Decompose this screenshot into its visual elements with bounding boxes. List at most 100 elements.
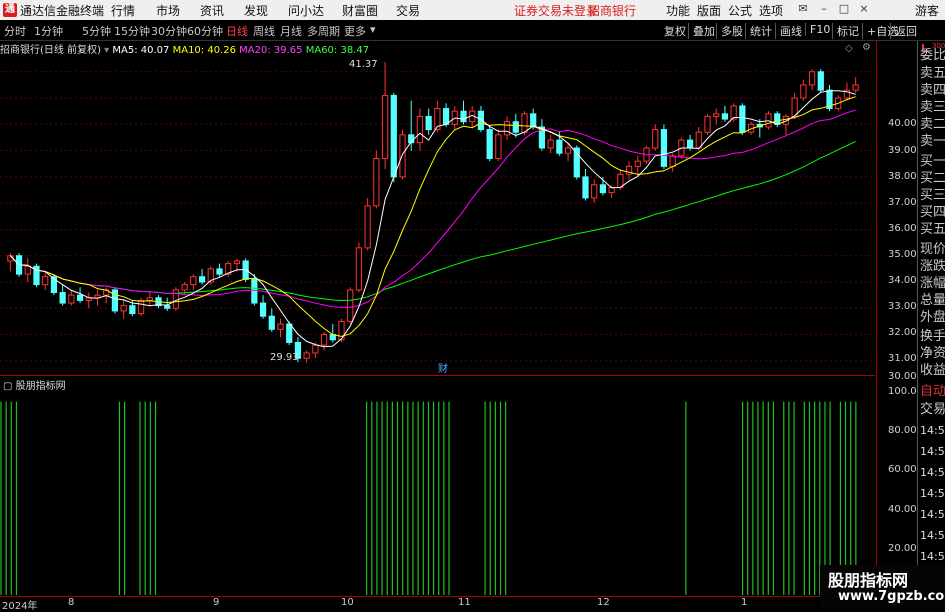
candle-body — [564, 147, 572, 154]
candle-body — [808, 71, 816, 86]
candle — [791, 92, 798, 120]
price-chart[interactable] — [0, 56, 875, 374]
title-bar: 通 通达信金融终端 行情 市场 资讯 发现 问小达 财富圈 交易 证券交易未登录… — [0, 0, 945, 21]
btn-f10[interactable]: F10 — [805, 23, 830, 36]
indicator-chart[interactable] — [0, 375, 875, 595]
candle-body — [68, 294, 75, 304]
candle-body — [573, 147, 580, 178]
menu-jiaoyi[interactable]: 交易 — [396, 2, 420, 19]
candle-body — [277, 323, 284, 330]
candle-body — [129, 305, 136, 315]
menu-gongshi[interactable]: 公式 — [728, 2, 752, 19]
candle-body — [338, 320, 345, 341]
menu-faxian[interactable]: 发现 — [244, 2, 268, 19]
minimize-icon[interactable]: – — [818, 3, 830, 15]
candle-body — [800, 84, 807, 99]
candle-body — [713, 113, 720, 117]
close-icon[interactable]: × — [858, 3, 870, 15]
tab-60min[interactable]: 60分钟 — [187, 23, 223, 39]
trade-login-notice[interactable]: 证券交易未登录 — [514, 2, 598, 19]
indicator-square-icon: ▢ — [3, 381, 13, 392]
candle-body — [268, 315, 275, 330]
candle — [347, 287, 354, 325]
candle-body — [373, 157, 380, 207]
candle-body — [503, 121, 511, 136]
mail-icon[interactable]: ✉ — [797, 3, 809, 15]
menu-caifuquan[interactable]: 财富圈 — [342, 2, 378, 19]
candle — [652, 124, 659, 151]
tick-time: 14:56 — [920, 445, 945, 458]
ind-tick: 40.00 — [888, 504, 917, 515]
visitor-label[interactable]: 游客 — [915, 2, 939, 19]
candle-body — [599, 184, 607, 194]
candle-body — [530, 113, 537, 128]
finance-marker[interactable]: 财 — [438, 360, 448, 375]
candle-body — [355, 247, 363, 291]
candle — [416, 108, 424, 151]
candle — [808, 69, 816, 91]
tab-30min[interactable]: 30分钟 — [151, 23, 187, 39]
btn-tongji[interactable]: 统计 — [745, 23, 772, 39]
candle — [277, 318, 284, 338]
candle-body — [390, 94, 397, 178]
menu-wenxiaoda[interactable]: 问小达 — [288, 2, 324, 19]
candle-body — [76, 294, 84, 301]
tab-more[interactable]: 更多 — [344, 23, 366, 39]
candle — [373, 150, 380, 209]
btn-fuquan[interactable]: 复权 — [664, 23, 686, 39]
candle — [111, 287, 119, 314]
tab-monthly[interactable]: 月线 — [280, 23, 302, 39]
btn-back[interactable]: 返回 — [890, 23, 917, 39]
watermark: 股朋指标网 www.7gpzb.com — [820, 565, 945, 609]
tab-5min[interactable]: 5分钟 — [82, 23, 111, 39]
y-tick: 38.00 — [888, 171, 917, 182]
candle-body — [198, 276, 206, 283]
y-tick: 30.00 — [888, 371, 917, 382]
menu-banmian[interactable]: 版面 — [697, 2, 721, 19]
candle-body — [146, 297, 153, 301]
tab-1min[interactable]: 1分钟 — [34, 23, 63, 39]
auto-label[interactable]: 自动 — [920, 384, 945, 399]
tab-fenshi[interactable]: 分时 — [4, 23, 26, 39]
tab-15min[interactable]: 15分钟 — [114, 23, 150, 39]
btn-diejia[interactable]: 叠加 — [688, 23, 715, 39]
candle — [320, 331, 328, 351]
more-chevron-icon[interactable]: ▾ — [370, 23, 376, 36]
high-annotation: 41.37 — [349, 59, 378, 70]
menu-hangqing[interactable]: 行情 — [111, 2, 135, 19]
settings-gear-icon[interactable]: ⚙ — [862, 42, 871, 53]
candle-body — [817, 71, 824, 91]
quote-label: 买四 — [920, 205, 945, 220]
btn-biaoji[interactable]: 标记 — [832, 23, 859, 39]
menu-zixun[interactable]: 资讯 — [200, 2, 224, 19]
menu-gongneng[interactable]: 功能 — [666, 2, 690, 19]
y-tick: 39.00 — [888, 145, 917, 156]
candle — [24, 258, 31, 283]
candle — [390, 92, 397, 183]
menu-xuanxiang[interactable]: 选项 — [759, 2, 783, 19]
y-tick: 40.00 — [888, 118, 917, 129]
quote-label: 卖一 — [920, 134, 945, 149]
tab-multi-period[interactable]: 多周期 — [307, 23, 340, 39]
btn-huaxian[interactable]: 画线 — [775, 23, 802, 39]
candle — [381, 62, 389, 170]
tick-time: 14:56 — [920, 466, 945, 479]
tab-daily[interactable]: 日线 — [226, 23, 248, 39]
tab-weekly[interactable]: 周线 — [253, 23, 275, 39]
expand-icon[interactable]: ▾ — [104, 45, 109, 56]
menu-shichang[interactable]: 市场 — [156, 2, 180, 19]
y-tick: 34.00 — [888, 275, 917, 286]
maximize-icon[interactable]: □ — [838, 3, 850, 15]
candle-body — [477, 110, 485, 131]
ind-tick: 60.00 — [888, 464, 917, 475]
quote-label: 委比 — [920, 48, 945, 63]
quote-label: 涨幅 — [920, 276, 945, 291]
tick-time: 14:56 — [920, 424, 945, 437]
btn-duogu[interactable]: 多股 — [716, 23, 743, 39]
bank-link[interactable]: 招商银行 — [588, 2, 636, 19]
candle-body — [739, 105, 746, 133]
diamond-icon[interactable]: ◇ — [845, 43, 853, 54]
candle-body — [259, 302, 267, 317]
candle-body — [216, 268, 223, 275]
candle-body — [495, 134, 502, 159]
